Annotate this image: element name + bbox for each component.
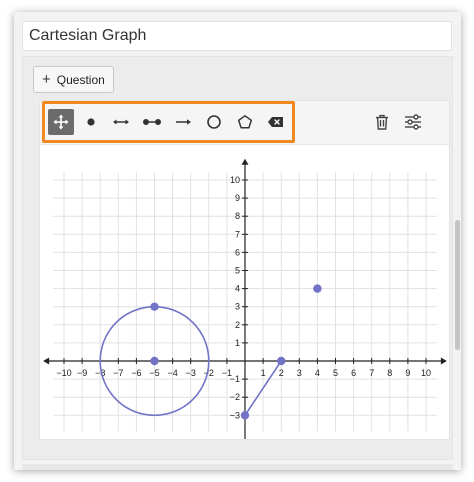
x-tick-label: 2 — [279, 368, 284, 378]
x-tick-label: −9 — [77, 368, 87, 378]
sliders-icon[interactable] — [400, 109, 426, 135]
graph-point — [150, 302, 159, 311]
bottom-bar — [22, 464, 453, 470]
x-tick-label: −6 — [131, 368, 141, 378]
graph-panel: −10 −9 −8 −7 −6 −5 −4 −3 −2 −1 1 2 3 4 5 6 7 8 9 10 10 9 8 7 6 5 4… — [39, 100, 450, 440]
y-tick-label: 5 — [235, 266, 240, 276]
graph-point — [150, 356, 159, 366]
x-tick-label: 8 — [387, 368, 392, 378]
x-tick-label: 6 — [351, 368, 356, 378]
y-tick-label: 6 — [235, 247, 240, 257]
y-tick-label: 9 — [235, 193, 240, 203]
plus-icon: + — [42, 71, 51, 88]
vertical-scrollbar[interactable] — [455, 220, 460, 350]
x-tick-label: 4 — [315, 368, 320, 378]
x-tick-label: 3 — [297, 368, 302, 378]
x-tick-label: −10 — [56, 368, 71, 378]
x-tick-label: 7 — [369, 368, 374, 378]
x-tick-label: 1 — [261, 368, 266, 378]
x-tick-label: −4 — [167, 368, 177, 378]
axes — [43, 158, 447, 439]
graph-point — [313, 284, 322, 293]
title-input[interactable]: Cartesian Graph — [22, 21, 452, 51]
graph-toolbar — [40, 101, 449, 145]
graph-point — [240, 411, 250, 420]
y-tick-label: 10 — [230, 175, 240, 185]
trash-icon[interactable] — [369, 109, 395, 135]
graph-shapes — [99, 284, 322, 420]
y-tick-label: 3 — [235, 302, 240, 312]
y-tick-label: 4 — [235, 284, 240, 294]
y-tick-label: 2 — [235, 320, 240, 330]
tool-group-highlight — [42, 101, 295, 143]
x-axis-arrow-left — [43, 357, 50, 365]
x-tick-label: 9 — [405, 368, 410, 378]
y-tick-label: −1 — [230, 374, 240, 384]
y-tick-label: 7 — [235, 229, 240, 239]
add-question-button[interactable]: + Question — [33, 66, 114, 93]
x-tick-label: −5 — [149, 368, 159, 378]
tick-labels: −10 −9 −8 −7 −6 −5 −4 −3 −2 −1 1 2 3 4 5 6 7 8 9 1010987654… — [56, 175, 431, 420]
graph-editor-window: Cartesian Graph + Question −10 −9 −8 −7 … — [14, 12, 461, 470]
y-tick-label: 8 — [235, 211, 240, 221]
cartesian-graph[interactable]: −10 −9 −8 −7 −6 −5 −4 −3 −2 −1 1 2 3 4 5 6 7 8 9 1010987654… — [40, 145, 450, 440]
x-tick-label: −7 — [113, 368, 123, 378]
graph-point — [277, 356, 286, 366]
y-axis-arrow-up — [241, 158, 249, 165]
x-axis-arrow-right — [440, 357, 447, 365]
x-tick-label: 10 — [421, 368, 431, 378]
x-tick-label: −3 — [186, 368, 196, 378]
y-tick-label: 1 — [235, 338, 240, 348]
y-tick-label: −3 — [230, 410, 240, 420]
y-tick-label: −2 — [230, 392, 240, 402]
x-tick-label: 5 — [333, 368, 338, 378]
add-question-label: Question — [56, 72, 105, 87]
